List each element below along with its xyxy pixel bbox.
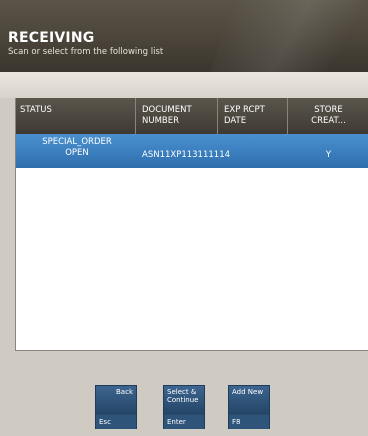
header-band: [0, 72, 368, 98]
column-header-store-created[interactable]: STORE CREAT...: [288, 98, 368, 134]
cell-store-created: Y: [325, 150, 332, 160]
back-button-label: Back: [96, 386, 136, 414]
app-window: RECEIVING Scan or select from the follow…: [0, 0, 368, 436]
add-new-button-key: F8: [229, 415, 269, 429]
page-title: RECEIVING: [8, 30, 95, 46]
column-header-exp-rcpt-date[interactable]: EXP RCPT DATE: [218, 98, 288, 134]
table-row[interactable]: SPECIAL_ORDER OPEN ASN11XP113111114 Y: [16, 134, 368, 168]
grid-header: STATUS DOCUMENT NUMBER EXP RCPT DATE STO…: [16, 98, 368, 134]
column-header-document-number[interactable]: DOCUMENT NUMBER: [136, 98, 218, 134]
back-button-key: Esc: [96, 415, 136, 429]
select-continue-button[interactable]: Select & Continue Enter: [163, 385, 205, 429]
cell-document-number: ASN11XP113111114: [142, 150, 231, 160]
receiving-grid: STATUS DOCUMENT NUMBER EXP RCPT DATE STO…: [15, 98, 368, 351]
header: RECEIVING Scan or select from the follow…: [0, 0, 368, 72]
page-subtitle: Scan or select from the following list: [8, 47, 164, 57]
add-new-button[interactable]: Add New F8: [228, 385, 270, 429]
cell-status: SPECIAL_ORDER OPEN: [42, 137, 112, 158]
back-button[interactable]: Back Esc: [95, 385, 137, 429]
select-continue-button-key: Enter: [164, 415, 204, 429]
add-new-button-label: Add New: [229, 386, 269, 414]
select-continue-button-label: Select & Continue: [164, 386, 204, 414]
column-header-status[interactable]: STATUS: [16, 98, 136, 134]
